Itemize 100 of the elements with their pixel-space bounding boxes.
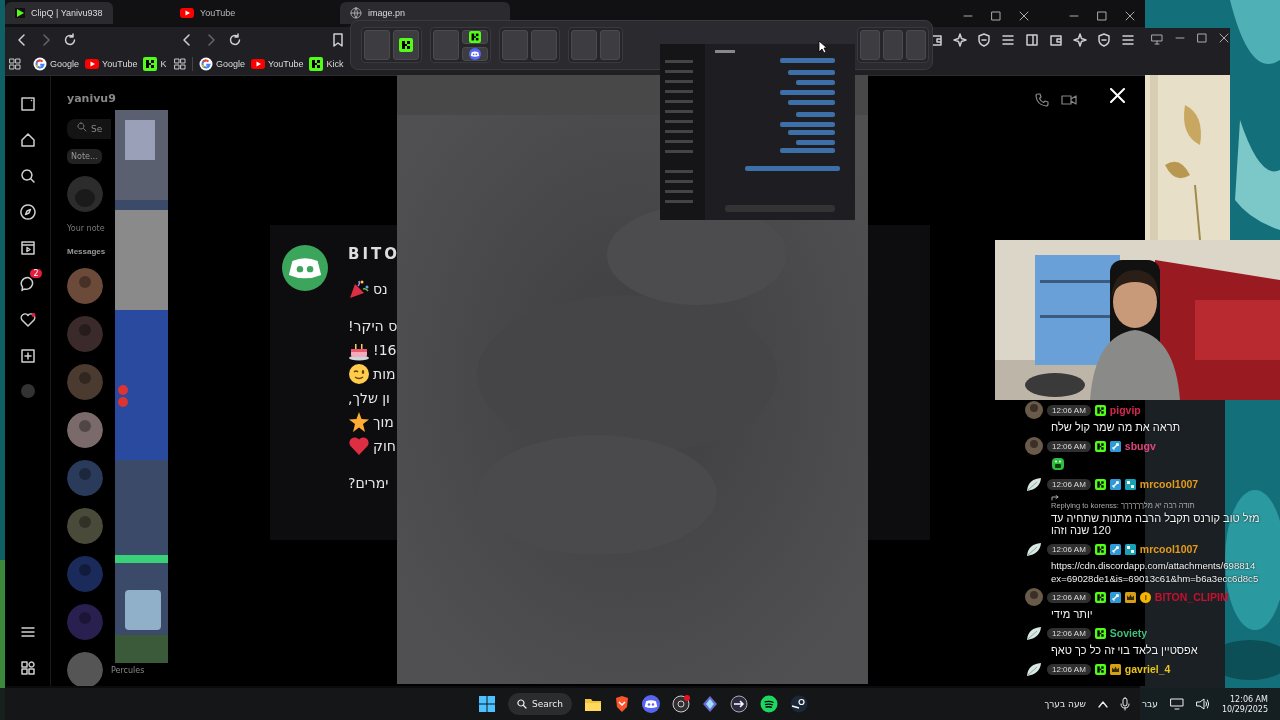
timestamp: 12:06 AM — [1047, 591, 1091, 603]
kick-icon — [399, 38, 413, 52]
kick-icon — [143, 57, 158, 71]
bookmark[interactable]: Google — [199, 57, 246, 71]
arrow-circle-icon[interactable] — [729, 695, 748, 713]
reply-arrow-icon — [1051, 495, 1059, 501]
bookmark[interactable]: Kick — [309, 57, 344, 71]
maximize-icon[interactable] — [1097, 10, 1107, 21]
instagram-icon[interactable] — [19, 96, 36, 112]
spotify-icon[interactable] — [759, 695, 778, 713]
bookmark[interactable]: YouTube — [251, 57, 304, 71]
create-icon[interactable] — [19, 348, 36, 364]
contact-avatar[interactable] — [67, 652, 103, 686]
discord-icon — [469, 48, 481, 60]
kick-badge-icon — [1094, 663, 1106, 675]
reload-icon[interactable] — [228, 33, 242, 47]
layout-zone[interactable] — [462, 30, 488, 44]
compass-icon[interactable] — [19, 204, 36, 220]
emote-icon — [1051, 457, 1065, 471]
subscriber-badge-icon — [1124, 478, 1136, 490]
user-avatar — [1025, 588, 1043, 606]
discord-icon[interactable] — [641, 695, 660, 713]
youtube-icon — [180, 6, 194, 20]
search-field[interactable]: Se — [67, 119, 111, 139]
apps-icon[interactable] — [19, 660, 36, 676]
close-icon[interactable] — [1125, 10, 1135, 21]
reels-icon[interactable] — [19, 240, 36, 256]
message-text: נס — [373, 280, 388, 297]
globe-icon — [350, 7, 362, 19]
home-icon[interactable] — [19, 132, 36, 148]
google-icon — [199, 57, 213, 71]
youtube-icon — [251, 57, 266, 71]
search-icon[interactable] — [19, 168, 36, 184]
menu-icon[interactable] — [1001, 33, 1015, 47]
taskbar-search[interactable]: Search — [508, 693, 572, 715]
message-text: מוך — [373, 413, 394, 430]
video-call-icon[interactable] — [1061, 93, 1077, 107]
play-icon — [15, 8, 25, 18]
timestamp: 12:06 AM — [1047, 627, 1091, 639]
kick-badge-icon — [1094, 440, 1106, 452]
heart-outline-icon[interactable] — [19, 312, 36, 328]
sidebar-icon[interactable] — [1025, 33, 1039, 47]
kick-icon — [309, 57, 324, 71]
message-text: 16! — [373, 341, 397, 358]
kick-badge-icon — [1094, 627, 1106, 639]
contact-avatar[interactable] — [67, 268, 103, 304]
microphone-icon[interactable] — [1119, 697, 1130, 711]
google-icon — [33, 57, 47, 71]
maximize-icon[interactable] — [991, 10, 1001, 21]
sword-badge-icon — [1109, 440, 1121, 452]
timestamp: 12:06 AM — [1047, 404, 1091, 416]
bookmark[interactable]: YouTube — [85, 57, 138, 71]
layout-zone[interactable] — [462, 47, 488, 61]
youtube-icon — [85, 57, 100, 71]
kick-badge-icon — [1094, 543, 1106, 555]
sword-badge-icon — [1109, 543, 1121, 555]
sparkle-icon[interactable] — [953, 33, 967, 47]
reload-icon[interactable] — [63, 33, 77, 47]
sword-badge-icon — [1109, 478, 1121, 490]
search-icon — [77, 122, 87, 132]
messenger-icon[interactable] — [19, 276, 36, 292]
phone-icon[interactable] — [1035, 93, 1049, 107]
chat-message: יותר מידי — [1050, 608, 1094, 620]
bookmark[interactable]: Google — [33, 57, 80, 71]
apps-icon[interactable] — [174, 58, 186, 70]
record-icon[interactable] — [671, 695, 690, 713]
browser-tab[interactable]: ClipQ | Yanivu938 — [5, 2, 113, 24]
shield-icon[interactable] — [1097, 33, 1111, 47]
username: yanivu9 — [67, 92, 117, 105]
message-text: ימרים? — [348, 474, 389, 491]
close-icon[interactable] — [1019, 10, 1029, 21]
contact-name[interactable]: Percules — [111, 665, 145, 675]
contact-avatar[interactable] — [67, 412, 103, 448]
leaf-icon — [1025, 475, 1043, 493]
sparkle-icon[interactable] — [1073, 33, 1087, 47]
bookmark[interactable]: K — [143, 57, 167, 71]
shield-icon[interactable] — [977, 33, 991, 47]
bookmark-icon[interactable] — [332, 33, 344, 47]
chat-username[interactable]: Soviety — [1109, 627, 1148, 639]
diamond-icon[interactable] — [701, 695, 718, 713]
sword-badge-icon — [1109, 591, 1121, 603]
folder-icon[interactable] — [583, 696, 602, 712]
note-bubble[interactable]: Note... — [67, 149, 102, 164]
menu-icon[interactable] — [1121, 33, 1135, 47]
kick-icon — [469, 31, 481, 43]
note-caption: Your note — [67, 224, 106, 233]
discord-icon — [282, 245, 328, 291]
kick-badge-icon — [1094, 478, 1106, 490]
apps-icon[interactable] — [9, 58, 21, 70]
chevron-up-icon[interactable] — [1097, 700, 1108, 708]
chat-username[interactable]: pigvip — [1109, 404, 1141, 416]
wallet-icon[interactable] — [1049, 33, 1063, 47]
layout-zone[interactable] — [393, 30, 419, 60]
search-icon — [517, 699, 527, 709]
menu-icon[interactable] — [19, 624, 36, 640]
kick-badge-icon — [1094, 591, 1106, 603]
messages-heading: Messages — [67, 247, 107, 256]
start-icon[interactable] — [478, 695, 496, 713]
browser-tab[interactable]: YouTube — [170, 2, 340, 24]
kick-badge-icon — [1094, 404, 1106, 416]
